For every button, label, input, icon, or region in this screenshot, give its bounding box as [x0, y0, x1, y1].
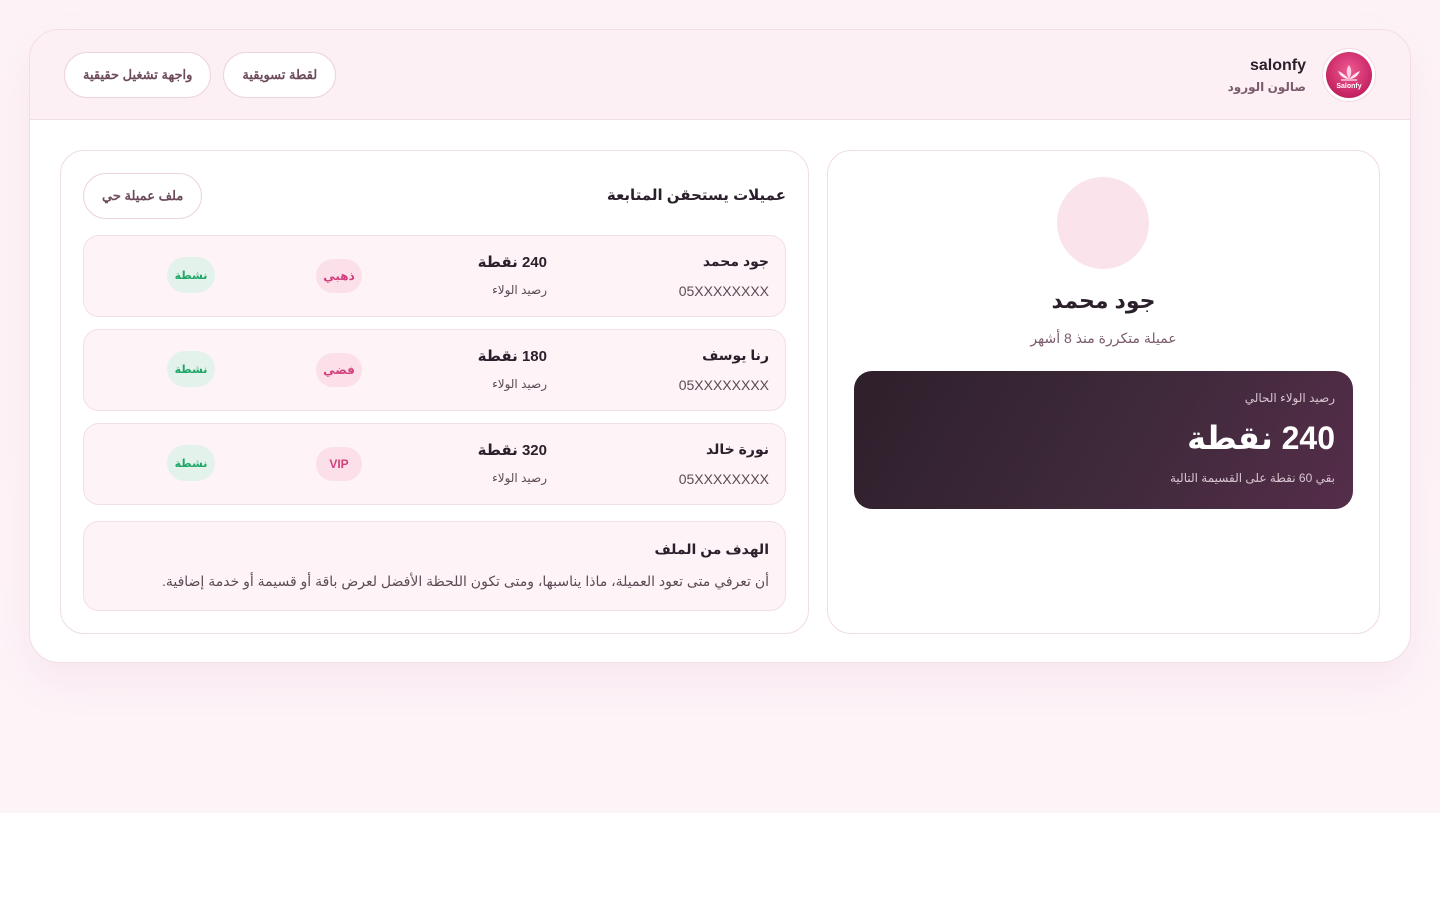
client-balance-label: رصيد الولاء	[492, 377, 547, 391]
brand: Salonfy salonfy صالون الورود	[1228, 48, 1376, 102]
lotus-icon	[1338, 65, 1360, 81]
profile-subtitle: عميلة متكررة منذ 8 أشهر	[1030, 330, 1177, 346]
client-name: جود محمد	[702, 253, 769, 269]
goal-text: أن تعرفي متى تعود العميلة، ماذا يناسبها،…	[161, 573, 769, 589]
goal-title: الهدف من الملف	[654, 541, 769, 557]
tier-badge: VIP	[316, 447, 362, 481]
loyalty-note: بقي 60 نقطة على القسيمة التالية	[1169, 471, 1335, 485]
brand-name: salonfy	[1249, 56, 1306, 74]
client-points: 320 نقطة	[477, 442, 547, 459]
tier-badge: ذهبي	[316, 259, 362, 293]
client-phone: 05XXXXXXXX	[678, 283, 769, 299]
client-phone: 05XXXXXXXX	[678, 471, 769, 487]
avatar	[1057, 177, 1149, 269]
salon-logo: Salonfy	[1322, 48, 1376, 102]
live-profile-button[interactable]: ملف عميلة حي	[83, 173, 203, 219]
client-profile-panel: جود محمد عميلة متكررة منذ 8 أشهر رصيد ال…	[827, 150, 1380, 634]
top-bar: Salonfy salonfy صالون الورود واجهة تشغيل…	[30, 30, 1410, 120]
loyalty-points: 240 نقطة	[1187, 420, 1335, 456]
status-badge: نشطة	[167, 257, 215, 293]
app-shell: Salonfy salonfy صالون الورود واجهة تشغيل…	[29, 29, 1411, 663]
client-balance-label: رصيد الولاء	[492, 471, 547, 485]
client-balance-label: رصيد الولاء	[492, 283, 547, 297]
list-item[interactable]: نورة خالد 05XXXXXXXX 320 نقطة رصيد الولا…	[83, 423, 786, 505]
list-item[interactable]: رنا يوسف 05XXXXXXXX 180 نقطة رصيد الولاء…	[83, 329, 786, 411]
client-points: 240 نقطة	[477, 254, 547, 271]
profile-goal-box: الهدف من الملف أن تعرفي متى تعود العميلة…	[83, 521, 786, 611]
salon-name: صالون الورود	[1227, 79, 1306, 94]
marketing-shot-button[interactable]: لقطة تسويقية	[223, 52, 337, 98]
client-name: نورة خالد	[706, 441, 769, 457]
loyalty-card: رصيد الولاء الحالي 240 نقطة بقي 60 نقطة …	[854, 371, 1353, 509]
followup-panel: عميلات يستحقن المتابعة ملف عميلة حي جود …	[60, 150, 809, 634]
tier-badge: فضي	[316, 353, 362, 387]
status-badge: نشطة	[167, 351, 215, 387]
client-points: 180 نقطة	[477, 348, 547, 365]
status-badge: نشطة	[167, 445, 215, 481]
followup-header: عميلات يستحقن المتابعة ملف عميلة حي	[83, 173, 786, 219]
loyalty-label: رصيد الولاء الحالي	[1244, 391, 1335, 405]
client-phone: 05XXXXXXXX	[678, 377, 769, 393]
top-actions: واجهة تشغيل حقيقية لقطة تسويقية	[64, 52, 337, 98]
profile-name: جود محمد	[1051, 288, 1156, 313]
live-ui-button[interactable]: واجهة تشغيل حقيقية	[64, 52, 212, 98]
list-item[interactable]: جود محمد 05XXXXXXXX 240 نقطة رصيد الولاء…	[83, 235, 786, 317]
client-name: رنا يوسف	[702, 347, 769, 363]
followup-title: عميلات يستحقن المتابعة	[606, 187, 786, 204]
logo-wordmark: Salonfy	[1336, 83, 1362, 90]
